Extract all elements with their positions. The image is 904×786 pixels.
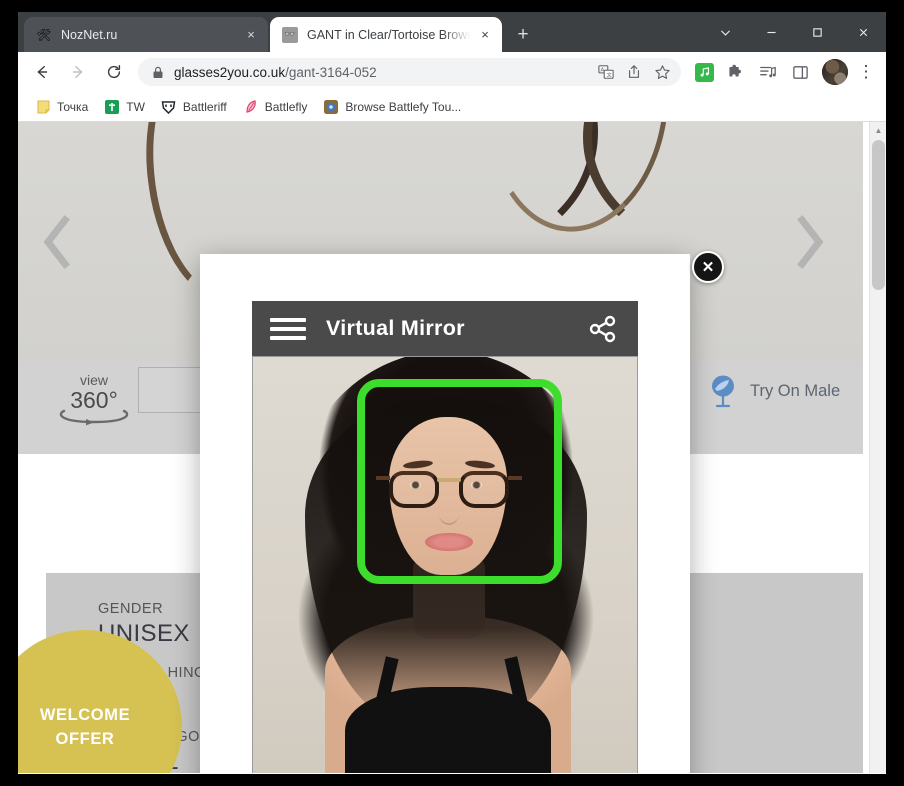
omnibox-actions: A文: [593, 59, 675, 85]
star-icon[interactable]: [649, 59, 675, 85]
tab-strip: 🛠 NozNet.ru × 👓 GANT in Clear/Tortoise B…: [18, 12, 886, 52]
modal-header: Virtual Mirror: [252, 301, 638, 356]
url-domain: glasses2you.co.uk: [174, 64, 286, 80]
tab-close-button[interactable]: ×: [242, 26, 260, 44]
battlefly-icon: [243, 99, 259, 115]
bookmark-browse-battlefy[interactable]: Browse Battlefy Tou...: [316, 96, 468, 118]
puzzle-extensions-icon[interactable]: [722, 58, 750, 86]
tab-title: GANT in Clear/Tortoise Brown Ar: [307, 27, 472, 42]
address-bar[interactable]: glasses2you.co.uk/gant-3164-052 A文: [138, 58, 681, 86]
media-playlist-icon[interactable]: [754, 58, 782, 86]
face-detection-box: [357, 379, 562, 584]
modal-close-button[interactable]: ✕: [692, 251, 724, 283]
share-nodes-icon[interactable]: [586, 312, 620, 346]
music-extension-icon[interactable]: [695, 62, 714, 82]
url-text: glasses2you.co.uk/gant-3164-052: [174, 65, 593, 80]
model-top: [345, 687, 551, 773]
window-close-icon[interactable]: [840, 12, 886, 52]
bookmark-label: Точка: [57, 99, 89, 114]
extension-icons: [689, 58, 818, 86]
bookmark-label: TW: [126, 99, 145, 114]
bookmark-tochka[interactable]: Точка: [28, 96, 95, 118]
tab-close-button[interactable]: ×: [476, 26, 494, 44]
bookmark-battleriff[interactable]: Battleriff: [154, 96, 234, 118]
browser-toolbar: glasses2you.co.uk/gant-3164-052 A文 ⋮: [18, 52, 886, 92]
tools-icon: 🛠: [36, 27, 52, 42]
three-dot-menu-icon[interactable]: ⋮: [852, 58, 880, 86]
desktop-background: 🛠 NozNet.ru × 👓 GANT in Clear/Tortoise B…: [0, 0, 904, 786]
forward-arrow-icon[interactable]: [63, 57, 93, 87]
tw-icon: [104, 99, 120, 115]
side-panel-icon[interactable]: [786, 58, 814, 86]
window-controls: [702, 12, 886, 52]
gant-favicon: 👓: [282, 26, 298, 43]
back-arrow-icon[interactable]: [27, 57, 57, 87]
url-path: /gant-3164-052: [285, 64, 377, 80]
bookmark-tw[interactable]: TW: [97, 96, 152, 118]
maximize-icon[interactable]: [794, 12, 840, 52]
share-icon[interactable]: [621, 59, 647, 85]
tab-title: NozNet.ru: [61, 27, 118, 42]
profile-avatar[interactable]: [822, 59, 848, 85]
battlefy-icon: [323, 99, 339, 115]
new-tab-button[interactable]: +: [510, 22, 536, 48]
tab-search-icon[interactable]: [702, 12, 748, 52]
svg-text:文: 文: [606, 70, 612, 78]
bookmark-label: Battleriff: [182, 99, 227, 114]
lock-icon: [152, 66, 164, 79]
modal-title: Virtual Mirror: [326, 316, 465, 340]
bookmark-label: Battlefly: [264, 99, 308, 114]
bookmark-battlefly[interactable]: Battlefly: [236, 96, 315, 118]
tab-gant[interactable]: 👓 GANT in Clear/Tortoise Brown Ar ×: [270, 17, 502, 52]
browser-window: 🛠 NozNet.ru × 👓 GANT in Clear/Tortoise B…: [18, 12, 886, 774]
page-viewport: view 360° + FAV Try On Male: [18, 122, 886, 773]
reload-icon[interactable]: [99, 57, 129, 87]
minimize-icon[interactable]: [748, 12, 794, 52]
translate-icon[interactable]: A文: [593, 59, 619, 85]
bookmark-label: Browse Battlefy Tou...: [345, 99, 462, 114]
virtual-mirror-modal: Virtual Mirror: [200, 254, 690, 773]
tab-noznet[interactable]: 🛠 NozNet.ru ×: [24, 17, 268, 52]
virtual-mirror-preview[interactable]: [252, 356, 638, 773]
battleriff-icon: [161, 99, 177, 115]
note-icon: [35, 99, 51, 115]
hamburger-menu-icon[interactable]: [270, 316, 306, 342]
bookmarks-bar: Точка TW Battleriff Battlefly Browse Bat…: [18, 92, 886, 122]
